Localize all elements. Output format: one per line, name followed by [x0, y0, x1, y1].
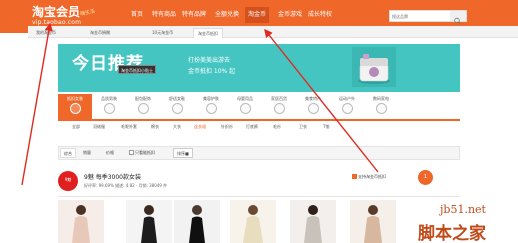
category-outdoor[interactable]: 运动户外	[330, 94, 364, 119]
search-box	[389, 10, 467, 25]
category-label: 美食特产	[305, 96, 321, 101]
baby-icon	[240, 103, 251, 114]
divider	[58, 196, 460, 197]
subcat-sweater[interactable]: 毛衫	[273, 124, 281, 130]
subcat-knitwear[interactable]: 针织衫	[221, 124, 233, 130]
site-logo-title[interactable]: 淘宝会员	[32, 3, 80, 20]
category-women-shoes[interactable]: 舒适女鞋	[160, 94, 194, 119]
store-logo-text: 9魅	[64, 177, 72, 182]
check-icon	[352, 174, 357, 179]
category-label: 数码家电	[373, 96, 389, 101]
nav-special-brands[interactable]: 特有品牌	[182, 9, 206, 21]
subcat-leggings[interactable]: 打底裤	[246, 124, 258, 130]
subcat-hoodie[interactable]: 卫衣	[299, 124, 307, 130]
nav-full-redeem[interactable]: 全额兑换	[215, 9, 239, 21]
product-image[interactable]	[350, 200, 396, 243]
category-beauty[interactable]: 美容护肤	[194, 94, 228, 119]
category-label: 舒适女鞋	[169, 96, 185, 101]
search-button[interactable]	[450, 11, 466, 25]
category-home-goods[interactable]: 家居百货	[262, 94, 296, 119]
category-label: 运动户外	[339, 96, 355, 101]
category-underline	[58, 119, 460, 121]
product-image[interactable]	[290, 200, 336, 243]
category-label: 家居百货	[271, 96, 287, 101]
tab-my-coins[interactable]: 我的淘金币	[32, 28, 60, 38]
subcat-overcoat[interactable]: 大衣	[173, 124, 181, 130]
subcat-wool-coat[interactable]: 毛呢外套	[121, 124, 137, 130]
category-label: 美容护肤	[203, 96, 219, 101]
banner-promo-line2: 金币抵扣 10% 起	[188, 68, 236, 75]
watermark-site-name: 脚本之家	[418, 224, 486, 243]
tab-coin-donate[interactable]: 淘金币捐赠	[86, 28, 114, 38]
sort-sales[interactable]: 销量	[80, 148, 94, 158]
nav-home[interactable]: 首页	[131, 9, 143, 21]
product-image[interactable]	[174, 200, 220, 243]
search-input[interactable]	[390, 11, 448, 21]
bag-icon	[138, 103, 149, 114]
sort-default[interactable]: 综合	[60, 148, 76, 158]
product-image[interactable]	[230, 200, 276, 243]
shirt-icon	[104, 103, 115, 114]
subcat-all[interactable]: 全部	[72, 124, 80, 130]
arrow-to-my-coins	[21, 22, 53, 186]
home-icon	[274, 103, 285, 114]
banner-product-image[interactable]	[352, 47, 396, 87]
banner-promo-line1: 打扮美美出游去	[188, 57, 231, 64]
filter-bar	[58, 146, 460, 160]
product-image[interactable]	[58, 200, 104, 243]
coin-support-label: 支持淘金币抵扣	[358, 174, 386, 179]
category-label: 母婴用品	[237, 96, 253, 101]
category-mother-baby[interactable]: 母婴用品	[228, 94, 262, 119]
free-shipping-filter[interactable]: 只看能抵扣	[126, 148, 158, 158]
category-label: 抵扣女装	[67, 96, 83, 101]
category-digital[interactable]: 数码家电	[364, 94, 398, 119]
subcat-dress[interactable]: 连衣裙	[194, 124, 206, 130]
nav-growth-privileges[interactable]: 成长特权	[308, 9, 332, 21]
search-icon	[454, 17, 461, 25]
subcat-down-jacket[interactable]: 羽绒服	[93, 124, 105, 130]
tab-ten-yuan[interactable]: 10元淘金币	[148, 28, 177, 38]
product-image[interactable]	[126, 200, 172, 243]
camera-icon	[376, 103, 387, 114]
category-women-clothing[interactable]: 抵扣女装	[58, 94, 92, 119]
sort-dropdown[interactable]: 排序■	[173, 148, 193, 158]
sort-price[interactable]: 价格	[103, 148, 117, 158]
category-label: 品质男装	[101, 96, 117, 101]
floating-step-badge: 1	[418, 170, 433, 185]
subcat-tshirt[interactable]: T恤	[323, 124, 329, 130]
food-icon	[308, 103, 319, 114]
dress-icon	[70, 103, 81, 114]
shoe-icon	[172, 103, 183, 114]
category-food[interactable]: 美食特产	[296, 94, 330, 119]
subcat-cotton[interactable]: 棉衣	[151, 124, 159, 130]
sports-icon	[342, 103, 353, 114]
nav-special-goods[interactable]: 特有商品	[152, 9, 176, 21]
tab-coin-deduct[interactable]: 淘金币抵扣	[193, 28, 223, 38]
deduct-tips-tooltip: 淘金币抵扣小贴士	[118, 65, 156, 74]
category-bags-accessories[interactable]: 配包配饰	[126, 94, 160, 119]
watermark-domain: jb51.net	[440, 203, 486, 216]
category-men-clothing[interactable]: 品质男装	[92, 94, 126, 119]
coin-support-indicator: 支持淘金币抵扣	[352, 172, 386, 182]
lipstick-icon	[206, 103, 217, 114]
nav-taojinbi[interactable]: 淘金币	[245, 7, 270, 23]
nav-coin-games[interactable]: 金币游戏	[278, 9, 302, 21]
checkbox-icon[interactable]	[129, 150, 134, 155]
store-name[interactable]: 9魅 每季3000款女装	[84, 172, 141, 181]
site-logo-domain: vip.taobao.com	[32, 19, 82, 26]
category-label: 配包配饰	[135, 96, 151, 101]
free-shipping-label: 只看能抵扣	[135, 150, 155, 155]
store-stats: 好评率: 99.69% 描述: 4.82 · 月销: 38049 件	[84, 183, 168, 188]
cosmetic-jar-icon	[358, 54, 390, 84]
